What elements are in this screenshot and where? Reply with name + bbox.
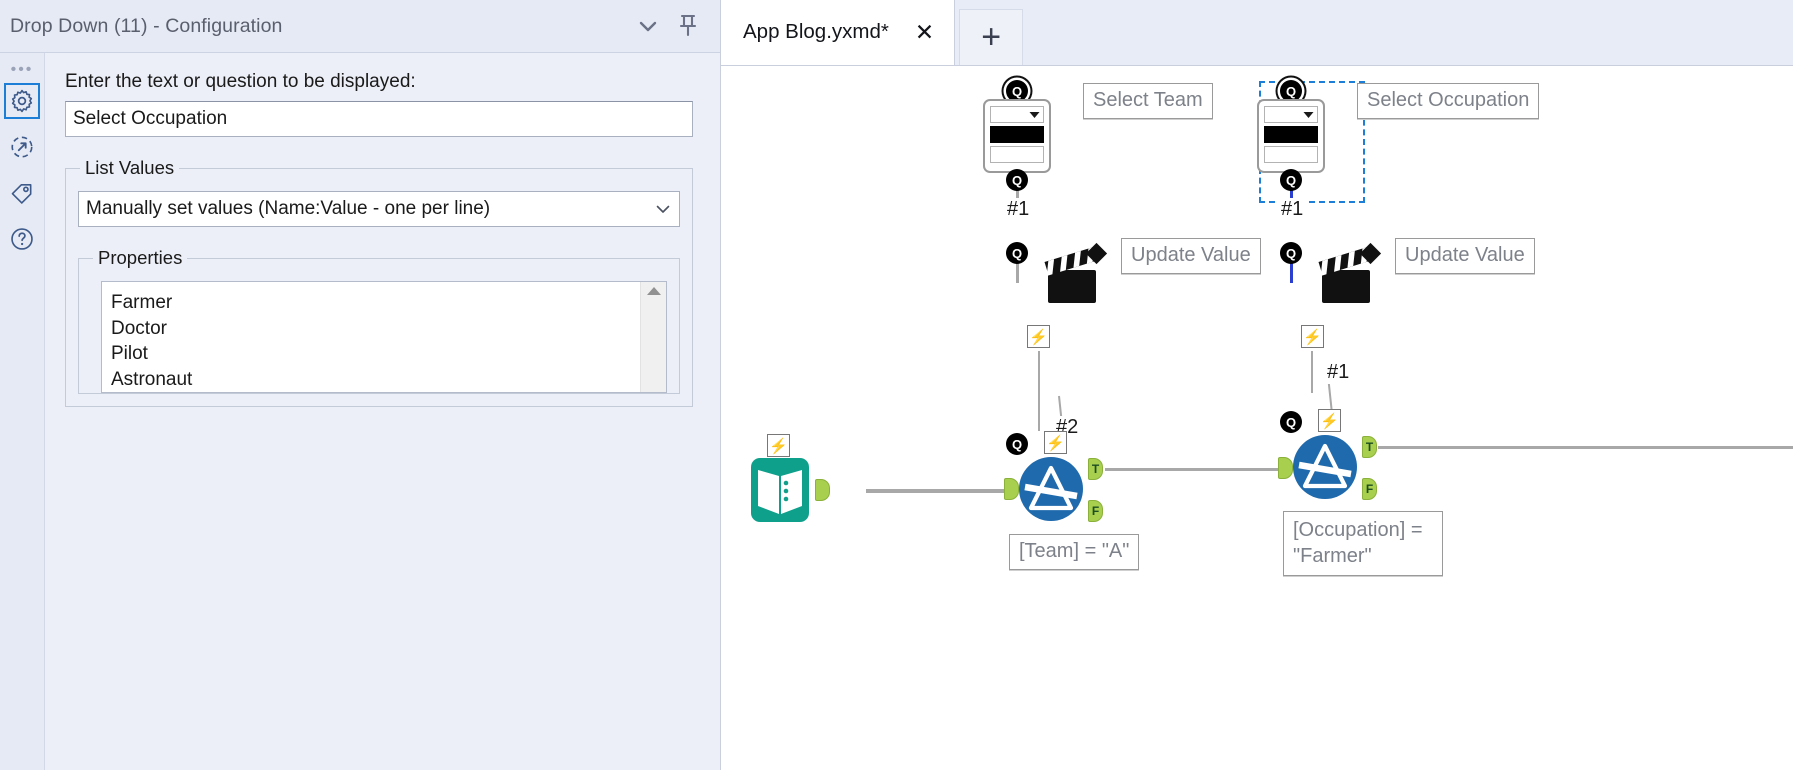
connection-label-occupation-2: #1: [1324, 361, 1353, 384]
properties-list[interactable]: Farmer Doctor Pilot Astronaut: [102, 282, 640, 392]
output-anchor-text-input[interactable]: [815, 479, 830, 501]
close-icon[interactable]: ✕: [909, 20, 940, 44]
help-question-icon[interactable]: [4, 221, 40, 257]
question-anchor-filter-occupation[interactable]: Q: [1280, 411, 1302, 433]
annotation-filter-occupation[interactable]: [Occupation] = "Farmer": [1283, 511, 1443, 576]
properties-legend: Properties: [98, 247, 183, 268]
node-label-select-team[interactable]: Select Team: [1083, 83, 1213, 119]
list-item[interactable]: Pilot: [111, 341, 640, 367]
refresh-arrow-icon[interactable]: [4, 129, 40, 165]
tab-bar: App Blog.yxmd* ✕ +: [721, 0, 1793, 66]
node-action-update-value-occupation[interactable]: [1305, 236, 1385, 316]
dropdown-glyph-row: [1264, 106, 1318, 123]
properties-scrollbar[interactable]: [640, 282, 666, 392]
node-text-input[interactable]: [749, 456, 811, 529]
wire-team-action-to-filter-upper: [1038, 351, 1040, 431]
dropdown-glyph-row: [990, 106, 1044, 123]
new-tab-button[interactable]: +: [959, 9, 1024, 65]
dropdown-glyph-empty-row: [990, 146, 1044, 163]
rail-overflow-dots-icon[interactable]: •••: [11, 62, 34, 78]
tag-icon[interactable]: [4, 175, 40, 211]
lightning-bolt-icon: ⚡: [767, 434, 790, 457]
wire-textinput-to-filter-team: [866, 489, 1011, 493]
wire-filterteam-to-filteroccupation: [1105, 468, 1285, 471]
false-anchor-filter-team[interactable]: F: [1088, 500, 1103, 522]
wire-filteroccupation-to-offscreen: [1378, 446, 1793, 449]
prompt-text-input[interactable]: [65, 101, 693, 137]
question-anchor-occupation-dropdown-bottom[interactable]: Q: [1280, 169, 1302, 191]
annotation-filter-team[interactable]: [Team] = "A": [1009, 534, 1140, 570]
config-panel-title: Drop Down (11) - Configuration: [10, 14, 283, 37]
scroll-up-arrow-icon[interactable]: [646, 287, 661, 295]
node-label-update-value-team[interactable]: Update Value: [1121, 238, 1261, 274]
list-values-group: List Values Manually set values (Name:Va…: [65, 157, 693, 407]
node-label-select-occupation[interactable]: Select Occupation: [1357, 83, 1540, 119]
config-form: Enter the text or question to be display…: [45, 53, 720, 770]
list-values-legend: List Values: [85, 157, 175, 178]
lightning-bolt-icon: ⚡: [1301, 325, 1324, 348]
question-anchor-team-action[interactable]: Q: [1006, 242, 1028, 264]
lightning-bolt-icon: ⚡: [1027, 325, 1050, 348]
node-action-update-value-team[interactable]: [1031, 236, 1111, 316]
question-anchor-filter-team[interactable]: Q: [1006, 433, 1028, 455]
true-anchor-filter-team[interactable]: T: [1088, 458, 1103, 480]
lightning-bolt-icon: ⚡: [1044, 431, 1067, 454]
connection-label-team-1: #1: [1004, 198, 1033, 221]
lightning-bolt-icon: ⚡: [1318, 409, 1341, 432]
false-anchor-filter-occupation[interactable]: F: [1362, 478, 1377, 500]
workflow-area: App Blog.yxmd* ✕ + Q Q Select Team #1 Q …: [720, 0, 1793, 770]
list-values-mode-select[interactable]: Manually set values (Name:Value - one pe…: [78, 191, 680, 227]
workflow-canvas[interactable]: Q Q Select Team #1 Q Q Select Occupation…: [721, 66, 1793, 770]
list-item[interactable]: Farmer: [111, 290, 640, 316]
dropdown-glyph-selected-row: [990, 126, 1044, 143]
pin-icon[interactable]: [668, 6, 708, 46]
list-item[interactable]: Astronaut: [111, 367, 640, 393]
annotation-line-2: "Farmer": [1293, 545, 1372, 567]
app-window: Drop Down (11) - Configuration ••• Enter…: [0, 0, 1793, 770]
tab-app-blog[interactable]: App Blog.yxmd* ✕: [721, 0, 956, 65]
input-anchor-filter-occupation[interactable]: [1278, 457, 1293, 479]
connection-label-occupation-1: #1: [1278, 198, 1307, 221]
node-label-update-value-occupation[interactable]: Update Value: [1395, 238, 1535, 274]
node-filter-occupation[interactable]: [1292, 434, 1358, 500]
input-anchor-filter-team[interactable]: [1004, 478, 1019, 500]
config-icon-rail: •••: [0, 53, 45, 770]
question-anchor-occupation-action[interactable]: Q: [1280, 242, 1302, 264]
list-item[interactable]: Doctor: [111, 316, 640, 342]
properties-textbox[interactable]: Farmer Doctor Pilot Astronaut: [101, 281, 667, 393]
dropdown-glyph-selected-row: [1264, 126, 1318, 143]
true-anchor-filter-occupation[interactable]: T: [1362, 436, 1377, 458]
node-drop-down-team[interactable]: [983, 99, 1051, 173]
properties-group: Properties Farmer Doctor Pilot Astronaut: [78, 247, 680, 394]
dropdown-glyph-empty-row: [1264, 146, 1318, 163]
prompt-label: Enter the text or question to be display…: [65, 71, 416, 92]
chevron-down-icon[interactable]: [628, 6, 668, 46]
config-titlebar: Drop Down (11) - Configuration: [0, 0, 720, 53]
configuration-panel: Drop Down (11) - Configuration ••• Enter…: [0, 0, 720, 770]
wire-occ-action-to-filter-upper: [1311, 351, 1313, 393]
node-filter-team[interactable]: [1018, 456, 1084, 522]
node-drop-down-occupation[interactable]: [1257, 99, 1325, 173]
tab-label: App Blog.yxmd*: [743, 20, 889, 43]
config-body: ••• Enter the text or question to be dis…: [0, 53, 720, 770]
list-values-select-wrap: Manually set values (Name:Value - one pe…: [78, 191, 680, 227]
annotation-line-1: [Occupation] =: [1293, 519, 1423, 541]
gear-icon[interactable]: [4, 83, 40, 119]
question-anchor-team-dropdown-bottom[interactable]: Q: [1006, 169, 1028, 191]
